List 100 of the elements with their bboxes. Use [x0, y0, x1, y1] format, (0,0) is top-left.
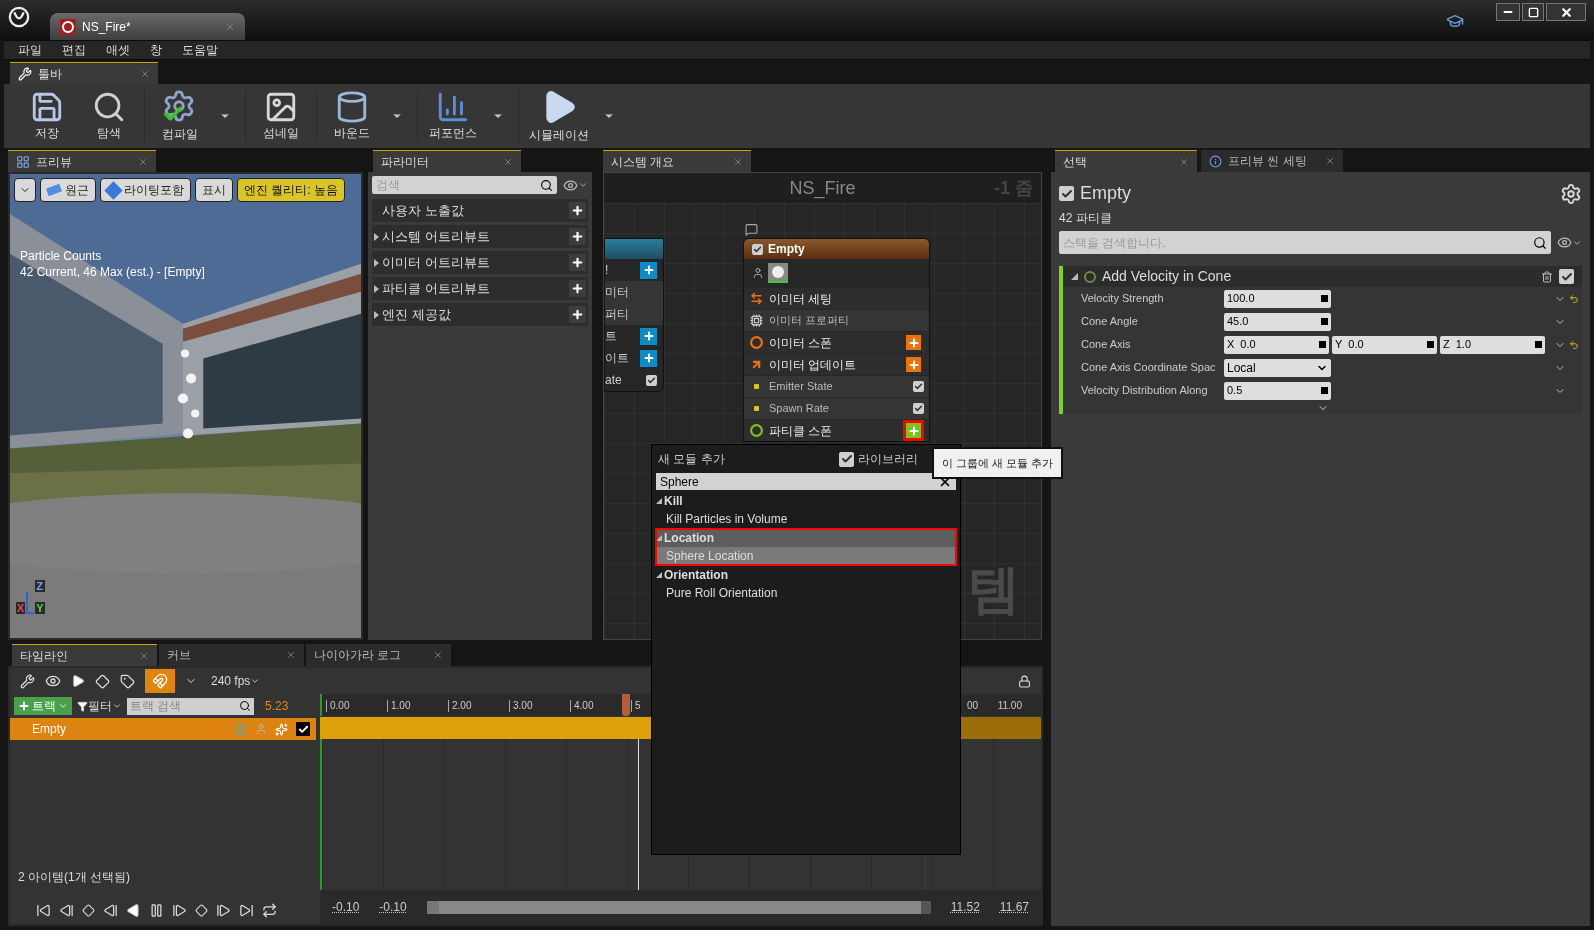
caret-icon[interactable] [578, 180, 588, 190]
panel-tab[interactable]: 툴바 [10, 62, 158, 84]
node-row[interactable]: 이미터 프로퍼티 [744, 310, 929, 331]
close-icon[interactable] [733, 156, 743, 167]
close-icon[interactable] [1179, 156, 1189, 167]
step-forward-icon[interactable] [172, 902, 187, 918]
filter-button[interactable]: 필터 [77, 697, 122, 715]
panel-tab[interactable]: 나이아가라 로그 [306, 644, 451, 666]
add-button[interactable] [640, 349, 657, 367]
checkbox[interactable] [752, 243, 763, 255]
viewport-button[interactable]: 표시 [195, 178, 233, 202]
close-icon[interactable] [140, 68, 150, 79]
trash-icon[interactable] [1541, 270, 1553, 283]
category-header[interactable]: Kill [656, 492, 956, 510]
view-options-button[interactable] [14, 178, 36, 202]
node-row[interactable]: Spawn Rate [744, 398, 929, 419]
number-field[interactable]: 45.0 [1224, 312, 1331, 331]
lock-icon[interactable] [1018, 674, 1031, 688]
menu-item[interactable]: 애셋 [106, 41, 130, 59]
toolbar-button[interactable]: 섬네일 [254, 90, 308, 142]
checkbox[interactable] [1559, 269, 1574, 284]
close-button[interactable] [1546, 3, 1586, 21]
checkbox[interactable] [839, 451, 854, 467]
number-field[interactable]: Z 1.0 [1440, 335, 1545, 354]
toolbar-button[interactable]: 탐색 [82, 90, 136, 142]
jump-start-icon[interactable] [36, 902, 51, 918]
document-tab[interactable]: NS_Fire* [50, 13, 245, 40]
number-field[interactable]: 100.0 [1224, 289, 1331, 308]
play-icon[interactable] [71, 674, 85, 688]
menu-item[interactable]: 도움말 [182, 41, 218, 59]
module-item[interactable]: Pure Roll Orientation [656, 584, 956, 602]
step-back-icon[interactable] [103, 902, 118, 918]
panel-tab[interactable]: 파라미터 [373, 150, 521, 172]
close-icon[interactable] [138, 156, 148, 167]
checkbox[interactable] [913, 403, 924, 414]
dropdown[interactable]: Local [1224, 358, 1331, 377]
category-row[interactable]: 파티클 어트리뷰트 [372, 277, 588, 300]
play-end-time[interactable]: 11.52 [950, 898, 980, 916]
loop-icon[interactable] [262, 902, 277, 918]
menu-item[interactable]: 편집 [62, 41, 86, 59]
menu-item[interactable]: 창 [150, 41, 162, 59]
add-button[interactable] [569, 202, 586, 219]
reset-icon[interactable] [1569, 339, 1579, 350]
view-end-time[interactable]: 11.67 [999, 898, 1029, 916]
comment-icon[interactable] [745, 223, 758, 236]
toolbar-button[interactable]: 퍼포먼스 [426, 90, 510, 142]
category-row[interactable]: 사용자 노출값 [372, 199, 588, 222]
panel-tab[interactable]: 프리뷰 [8, 150, 156, 172]
search-field[interactable]: Sphere [656, 473, 956, 490]
close-icon[interactable] [1325, 156, 1335, 166]
prev-key-icon[interactable] [59, 902, 74, 918]
node-row[interactable]: 이미터 세팅 [744, 288, 929, 309]
viewport-button[interactable]: 라이팅포함 [100, 178, 191, 202]
category-header[interactable]: Orientation [656, 566, 956, 584]
panel-tab[interactable]: 커브 [159, 644, 304, 666]
add-button[interactable] [903, 332, 924, 353]
next-key-icon[interactable] [216, 902, 231, 918]
checkbox[interactable] [646, 374, 657, 386]
toolbar-button[interactable]: 바운드 [325, 90, 409, 142]
add-button[interactable] [903, 354, 924, 375]
number-field[interactable]: 0.5 [1224, 381, 1331, 400]
panel-tab[interactable]: 타임라인 [12, 644, 157, 666]
viewport-button[interactable]: 원근 [40, 178, 96, 202]
node-row[interactable]: 파티클 스폰 [744, 420, 929, 441]
toolbar-button[interactable]: 시뮬레이션 [527, 88, 621, 144]
category-row[interactable]: 이미터 어트리뷰트 [372, 251, 588, 274]
viewport-button[interactable]: 엔진 퀄리티: 높음 [237, 178, 345, 202]
expand-arrow-icon[interactable] [1071, 273, 1078, 280]
category-header[interactable]: Location [656, 529, 956, 547]
key-icon[interactable] [95, 673, 110, 689]
fps-dropdown[interactable]: 240 fps [211, 672, 261, 690]
module-item[interactable]: Kill Particles in Volume [656, 510, 956, 528]
panel-tab[interactable]: 시스템 개요 [603, 150, 751, 172]
view-start-time[interactable]: -0.10 [332, 898, 360, 916]
maximize-button[interactable] [1522, 3, 1544, 21]
add-button[interactable] [640, 327, 657, 345]
add-button[interactable] [640, 261, 657, 279]
node-row[interactable]: Emitter State [744, 376, 929, 397]
graduation-cap-icon[interactable] [1446, 12, 1464, 30]
wrench-icon[interactable] [20, 673, 35, 689]
time-scrollbar[interactable] [426, 900, 931, 914]
node-row[interactable]: 이미터 업데이트 [744, 354, 929, 375]
eye-icon[interactable] [1557, 235, 1572, 250]
checkbox[interactable] [1059, 186, 1074, 201]
jump-end-icon[interactable] [239, 902, 254, 918]
play-reverse-icon[interactable] [126, 902, 141, 918]
minimize-button[interactable] [1496, 3, 1520, 21]
add-button[interactable] [569, 228, 586, 245]
category-row[interactable]: 엔진 제공값 [372, 303, 588, 326]
toolbar-button[interactable]: 저장 [20, 90, 74, 142]
snap-button[interactable] [145, 669, 175, 693]
toolbar-button[interactable]: 컴파일 [153, 89, 237, 143]
eye-icon[interactable] [563, 177, 578, 193]
play-start-time[interactable]: -0.10 [379, 898, 407, 916]
panel-tab[interactable]: 프리뷰 씬 세팅 [1201, 150, 1343, 172]
add-button[interactable] [569, 254, 586, 271]
playhead-handle[interactable] [622, 694, 630, 716]
checkbox[interactable] [296, 722, 310, 736]
key-icon[interactable] [82, 903, 95, 917]
add-button[interactable] [569, 306, 586, 323]
